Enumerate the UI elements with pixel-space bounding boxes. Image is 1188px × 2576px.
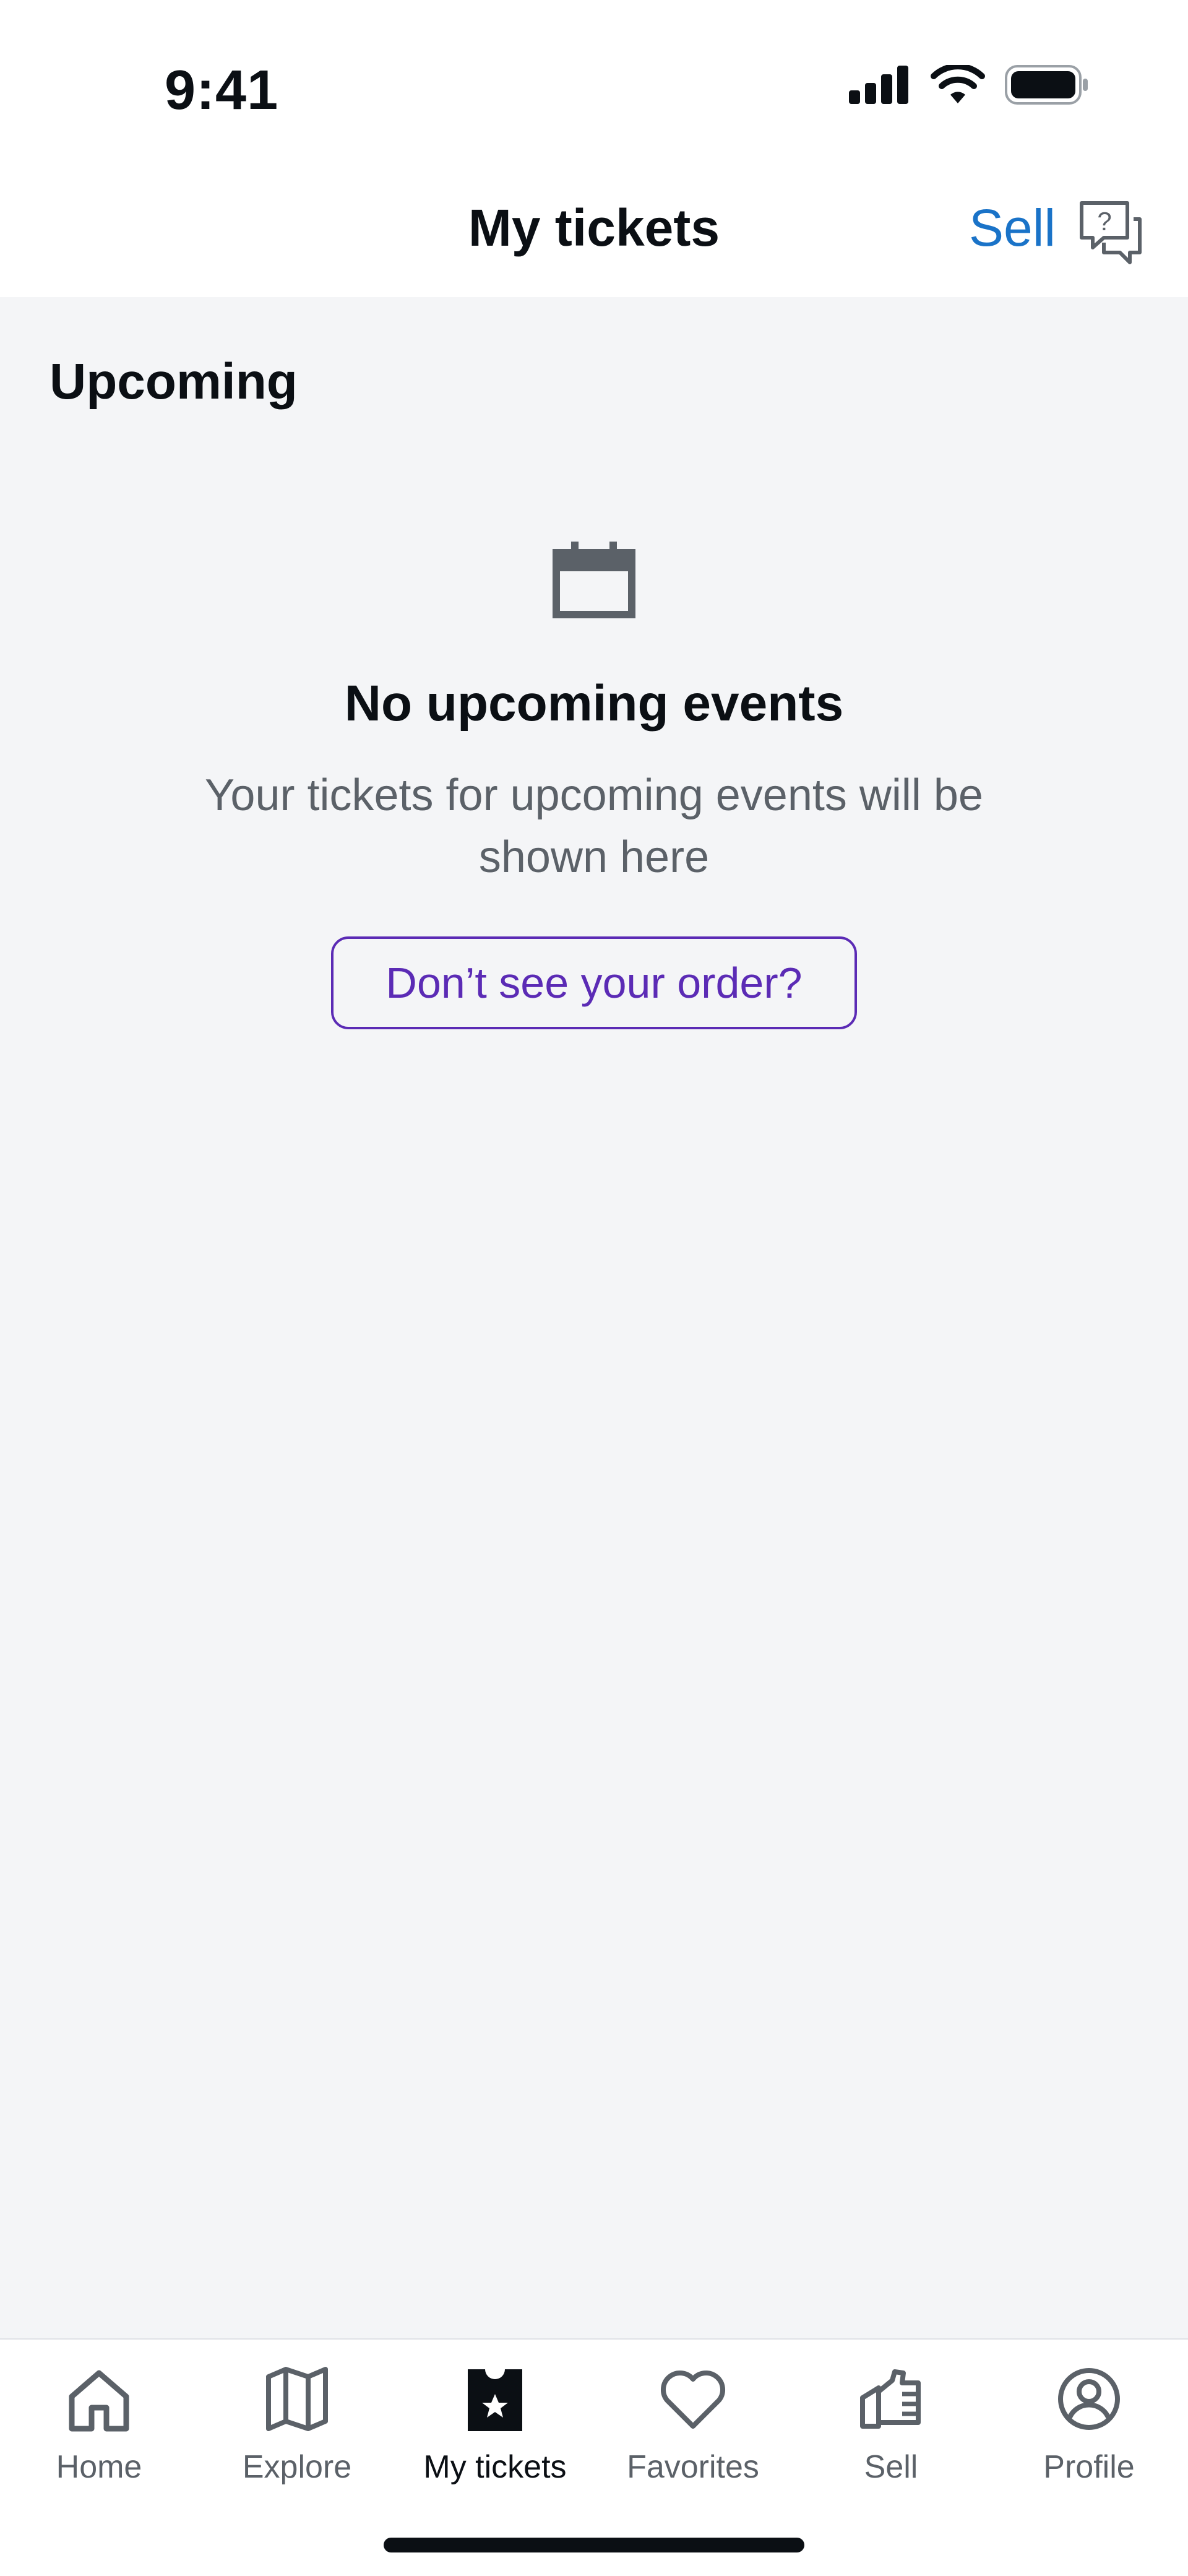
empty-state-title: No upcoming events [344, 675, 844, 732]
tab-label: Profile [1043, 2449, 1135, 2485]
empty-state-description: Your tickets for upcoming events will be… [205, 771, 983, 882]
home-icon [69, 2370, 129, 2432]
section-title-upcoming: Upcoming [50, 353, 298, 410]
battery-icon [1005, 65, 1088, 105]
status-bar: 9:41 [0, 0, 1188, 155]
sell-link[interactable]: Sell [969, 198, 1056, 258]
wifi-icon [931, 65, 985, 103]
tab-favorites[interactable]: Favorites [594, 2362, 792, 2510]
status-icons [849, 65, 1089, 105]
tab-explore[interactable]: Explore [198, 2362, 396, 2510]
sell-hand-icon [860, 2369, 921, 2429]
tab-sell[interactable]: Sell [792, 2362, 990, 2510]
status-time: 9:41 [165, 59, 279, 121]
heart-icon [661, 2371, 725, 2429]
tab-profile[interactable]: Profile [990, 2362, 1188, 2510]
tab-label: Sell [864, 2449, 918, 2485]
tab-bar: Home Explore My tickets Favorites Sell P… [0, 2338, 1188, 2576]
tab-home[interactable]: Home [0, 2362, 198, 2510]
help-chat-icon[interactable]: ? [1077, 198, 1145, 266]
dont-see-your-order-button[interactable]: Don’t see your order? [331, 936, 857, 1029]
profile-icon [1058, 2368, 1120, 2430]
svg-text:?: ? [1097, 207, 1111, 236]
calendar-icon [553, 542, 635, 618]
tab-label: My tickets [423, 2449, 567, 2485]
main-content: Upcoming No upcoming events Your tickets… [0, 297, 1188, 2340]
tab-my-tickets[interactable]: My tickets [396, 2362, 594, 2510]
home-indicator [384, 2538, 804, 2552]
ticket-star-icon [468, 2369, 522, 2431]
cellular-signal-icon [849, 66, 908, 104]
navigation-header: My tickets Sell ? [0, 155, 1188, 297]
tab-label: Favorites [627, 2449, 759, 2485]
map-icon [266, 2367, 328, 2431]
tab-label: Explore [242, 2449, 352, 2485]
tab-label: Home [56, 2449, 142, 2485]
